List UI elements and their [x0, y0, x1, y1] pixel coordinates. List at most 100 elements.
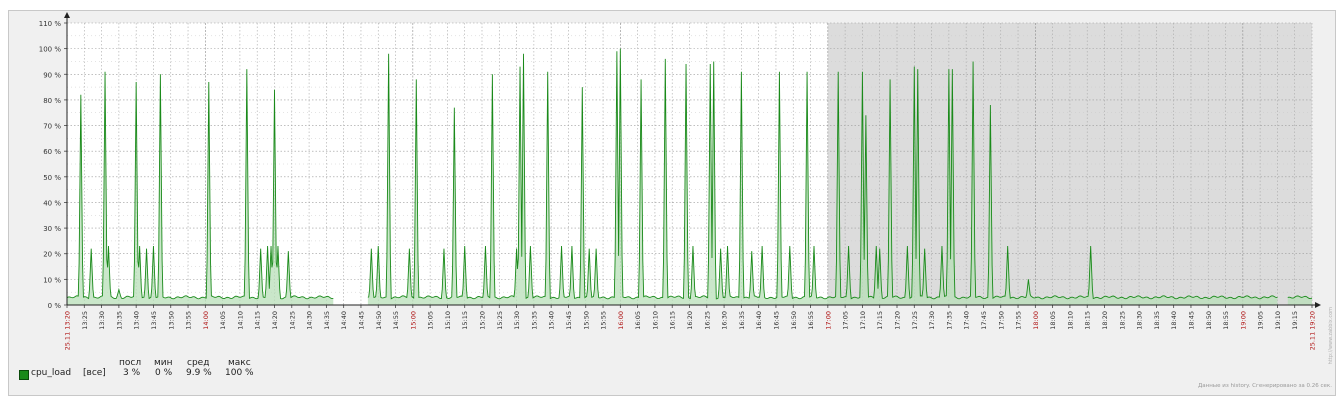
- x-tick-label: 15:30: [513, 311, 521, 330]
- x-tick-label: 14:45: [357, 311, 365, 330]
- legend-value-max: 100 %: [225, 368, 254, 378]
- x-tick-label: 18:05: [1049, 311, 1057, 330]
- x-tick-label: 19:00: [1239, 311, 1247, 330]
- x-tick-label: 18:55: [1222, 311, 1230, 330]
- x-tick-label: 16:35: [738, 311, 746, 330]
- x-tick-label: 13:35: [115, 311, 123, 330]
- x-tick-label: 17:05: [842, 311, 850, 330]
- legend-header-min: мин: [154, 358, 173, 368]
- x-tick-label: 18:45: [1187, 311, 1195, 330]
- x-tick-label: 15:45: [565, 311, 573, 330]
- x-date-label: 25.11 13:20: [64, 311, 72, 350]
- x-tick-label: 15:40: [548, 311, 556, 330]
- x-date-label: 25.11 19:20: [1309, 311, 1317, 350]
- x-tick-label: 13:40: [133, 311, 141, 330]
- x-tick-label: 15:55: [600, 311, 608, 330]
- x-tick-label: 14:00: [202, 311, 210, 330]
- x-tick-label: 13:50: [167, 311, 175, 330]
- y-tick-label: 60 %: [43, 148, 61, 156]
- x-tick-label: 17:40: [963, 311, 971, 330]
- x-tick-label: 17:25: [911, 311, 919, 330]
- legend-header-max: макс: [228, 358, 251, 368]
- x-tick-label: 13:55: [185, 311, 193, 330]
- x-tick-label: 14:40: [340, 311, 348, 330]
- x-tick-label: 18:20: [1101, 311, 1109, 330]
- x-tick-label: 16:20: [686, 311, 694, 330]
- x-tick-label: 17:50: [997, 311, 1005, 330]
- x-tick-label: 16:00: [617, 311, 625, 330]
- x-tick-label: 17:20: [894, 311, 902, 330]
- y-tick-label: 100 %: [39, 46, 62, 54]
- legend-item-name: cpu_load: [31, 368, 72, 378]
- x-tick-label: 17:10: [859, 311, 867, 330]
- x-tick-label: 16:10: [651, 311, 659, 330]
- x-tick-label: 15:15: [461, 311, 469, 330]
- x-tick-label: 19:10: [1274, 311, 1282, 330]
- y-tick-label: 90 %: [43, 71, 61, 79]
- x-tick-label: 15:25: [496, 311, 504, 330]
- x-tick-label: 15:10: [444, 311, 452, 330]
- x-tick-label: 16:45: [772, 311, 780, 330]
- x-tick-label: 15:35: [530, 311, 538, 330]
- y-tick-label: 30 %: [43, 225, 61, 233]
- legend-header-last: посл: [119, 358, 142, 368]
- x-tick-label: 16:15: [669, 311, 677, 330]
- legend-value-last: 3 %: [123, 368, 141, 378]
- x-tick-label: 13:30: [98, 311, 106, 330]
- footer-note: Данные из history. Сгенерировано за 0.26…: [1197, 383, 1332, 389]
- cpu-load-chart: 0 % 10 % 20 % 30 % 40 % 50 % 60 % 70 % 80 % 90 % 1…: [39, 12, 1334, 364]
- y-tick-label: 50 %: [43, 174, 61, 182]
- x-tick-label: 19:05: [1257, 311, 1265, 330]
- x-tick-label: 17:15: [876, 311, 884, 330]
- x-tick-label: 16:05: [634, 311, 642, 330]
- x-tick-label: 16:55: [807, 311, 815, 330]
- x-tick-label: 14:30: [306, 311, 314, 330]
- x-tick-label: 13:25: [81, 311, 89, 330]
- x-tick-label: 15:00: [409, 311, 417, 330]
- x-axis-arrow: [1315, 302, 1321, 308]
- y-tick-label: 40 %: [43, 199, 61, 207]
- x-tick-label: 17:45: [980, 311, 988, 330]
- x-tick-label: 15:20: [479, 311, 487, 330]
- x-tick-label: 14:35: [323, 311, 331, 330]
- x-tick-label: 14:55: [392, 311, 400, 330]
- x-tick-label: 15:05: [427, 311, 435, 330]
- x-tick-label: 14:25: [288, 311, 296, 330]
- legend-value-min: 0 %: [155, 368, 173, 378]
- x-tick-label: 16:25: [703, 311, 711, 330]
- watermark: http://www.zabbix.com: [1328, 307, 1334, 364]
- x-tick-label: 18:15: [1084, 311, 1092, 330]
- x-tick-label: 17:35: [945, 311, 953, 330]
- x-tick-label: 17:00: [824, 311, 832, 330]
- x-tick-label: 15:50: [582, 311, 590, 330]
- x-tick-label: 16:50: [790, 311, 798, 330]
- y-tick-label: 70 %: [43, 123, 61, 131]
- y-tick-label: 20 %: [43, 251, 61, 259]
- x-tick-label: 18:00: [1032, 311, 1040, 330]
- x-tick-label: 14:20: [271, 311, 279, 330]
- legend-header-avg: сред: [187, 358, 210, 368]
- y-tick-label: 10 %: [43, 276, 61, 284]
- x-tick-label: 16:40: [755, 311, 763, 330]
- x-tick-label: 18:50: [1205, 311, 1213, 330]
- y-axis-arrow: [64, 12, 70, 18]
- legend-swatch: [19, 370, 29, 380]
- x-tick-label: 14:05: [219, 311, 227, 330]
- legend-value-avg: 9.9 %: [186, 368, 212, 378]
- x-tick-label: 18:25: [1118, 311, 1126, 330]
- x-tick-label: 18:40: [1170, 311, 1178, 330]
- y-tick-label: 0 %: [48, 302, 62, 310]
- legend-item-scope: [все]: [83, 368, 106, 378]
- x-tick-label: 18:35: [1153, 311, 1161, 330]
- y-tick-label: 80 %: [43, 97, 61, 105]
- x-tick-label: 16:30: [721, 311, 729, 330]
- x-tick-label: 18:30: [1136, 311, 1144, 330]
- x-tick-label: 17:30: [928, 311, 936, 330]
- x-tick-label: 19:15: [1291, 311, 1299, 330]
- x-tick-label: 14:15: [254, 311, 262, 330]
- x-tick-label: 17:55: [1015, 311, 1023, 330]
- x-tick-label: 13:45: [150, 311, 158, 330]
- y-tick-label: 110 %: [39, 20, 62, 28]
- x-tick-label: 14:10: [236, 311, 244, 330]
- x-tick-label: 18:10: [1066, 311, 1074, 330]
